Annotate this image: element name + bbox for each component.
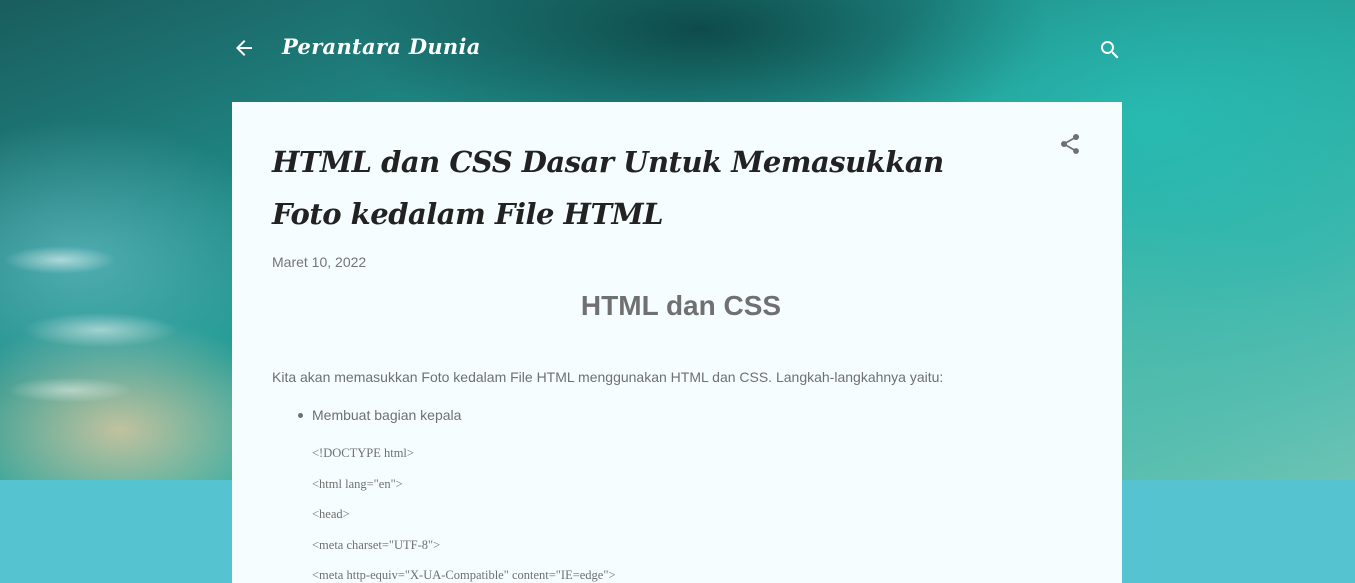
search-icon[interactable] bbox=[1098, 38, 1122, 62]
post-date[interactable]: Maret 10, 2022 bbox=[272, 254, 366, 270]
post-title: HTML dan CSS Dasar Untuk Memasukkan Foto… bbox=[272, 145, 944, 231]
share-icon[interactable] bbox=[1058, 132, 1082, 156]
code-line: <head> bbox=[312, 507, 350, 521]
section-heading: HTML dan CSS bbox=[580, 290, 782, 321]
blog-title[interactable]: Perantara Dunia bbox=[282, 34, 481, 59]
blog-header: Perantara Dunia bbox=[232, 28, 1122, 72]
wave-foam bbox=[0, 220, 260, 420]
bullet-icon bbox=[298, 413, 303, 418]
step-list: Membuat bagian kepala bbox=[298, 407, 461, 423]
list-item: Membuat bagian kepala bbox=[298, 407, 461, 423]
list-item-label: Membuat bagian kepala bbox=[312, 407, 462, 423]
arrow-back-icon[interactable] bbox=[232, 36, 256, 60]
code-block: <!DOCTYPE html> <html lang="en"> <head> … bbox=[312, 443, 616, 583]
code-line: <meta charset="UTF-8"> bbox=[312, 537, 441, 552]
post-intro: Kita akan memasukkan Foto kedalam File H… bbox=[272, 369, 944, 385]
code-line: <!DOCTYPE html> bbox=[312, 446, 414, 460]
post-card: HTML dan CSS Dasar Untuk Memasukkan Foto… bbox=[232, 102, 1122, 583]
code-line: <meta http-equiv="X-UA-Compatible" conte… bbox=[312, 568, 616, 582]
code-line: <html lang="en"> bbox=[312, 476, 403, 491]
